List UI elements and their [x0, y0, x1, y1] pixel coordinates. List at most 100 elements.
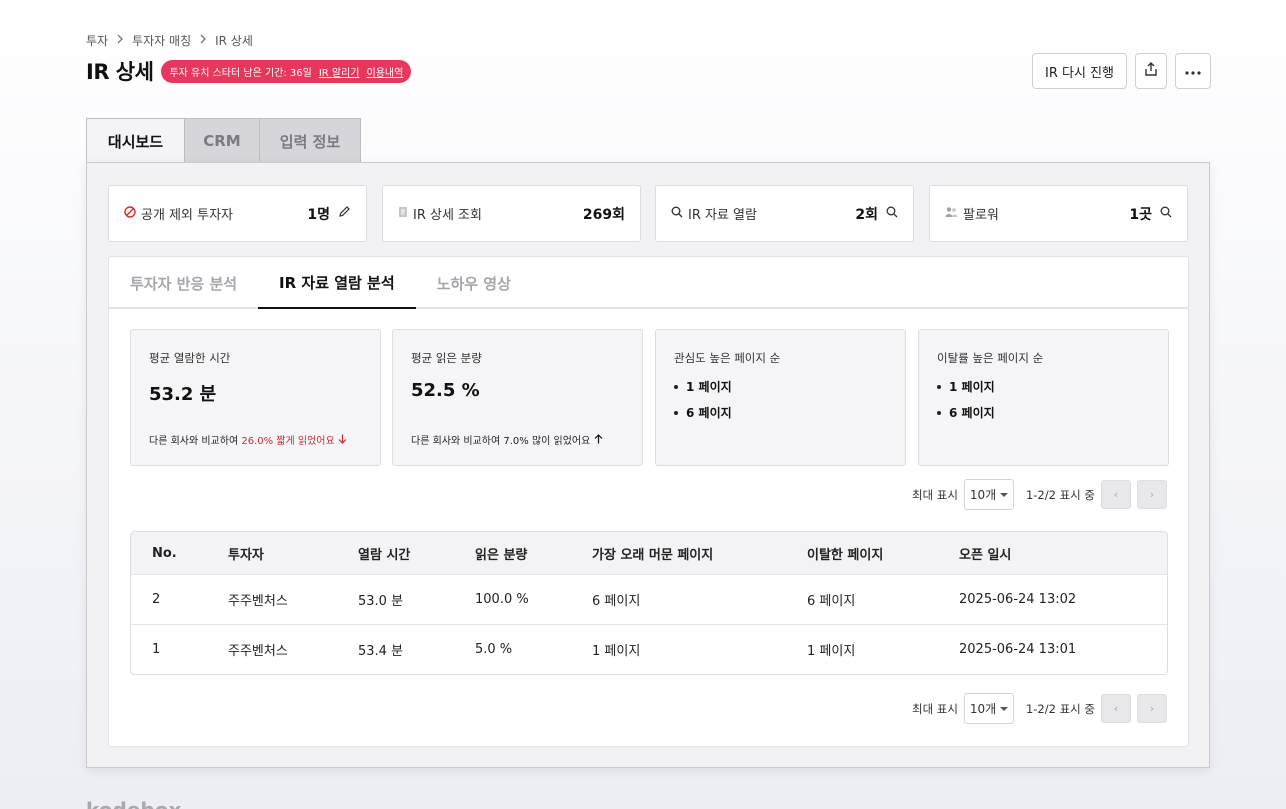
table-cell: 53.4 분	[358, 644, 404, 659]
chevron-right-icon	[199, 33, 207, 47]
column-header[interactable]: No.	[131, 546, 228, 561]
table-cell: 2	[152, 592, 161, 607]
list-item: 6 페이지	[674, 404, 887, 421]
ir-promote-link[interactable]: IR 알리기	[319, 64, 360, 79]
starter-notice-badge: 투자 유치 스타터 남은 기간: 36일 IR 알리기 이용내역	[161, 59, 412, 83]
column-header[interactable]: 투자자	[228, 544, 358, 563]
stat-label: IR 자료 열람	[688, 208, 757, 223]
page-title: IR 상세	[86, 60, 154, 84]
search-icon[interactable]	[886, 206, 898, 222]
range-label: 1-2/2 표시 중	[1025, 701, 1095, 716]
table-cell: 1 페이지	[807, 644, 856, 659]
chevron-left-icon: ‹	[1113, 702, 1119, 715]
tab-ir-view-analysis[interactable]: IR 자료 열람 분석	[258, 257, 416, 309]
stat-value: 1명	[307, 206, 330, 223]
list-item: 1 페이지	[937, 378, 1150, 395]
stat-card-followers: 팔로워 1곳	[929, 185, 1188, 242]
share-button[interactable]	[1135, 53, 1167, 89]
title-row: IR 상세 투자 유치 스타터 남은 기간: 36일 IR 알리기 이용내역	[86, 58, 412, 84]
metric-card-avg-time: 평균 열람한 시간 53.2 분 다른 회사와 비교하여 26.0% 짧게 읽었…	[130, 329, 381, 466]
analysis-subtabs: 투자자 반응 분석 IR 자료 열람 분석 노하우 영상	[109, 257, 1188, 309]
pagination-bottom: 최대 표시 10개 1-2/2 표시 중 ‹ ›	[912, 693, 1167, 724]
metric-card-avg-amount: 평균 읽은 분량 52.5 % 다른 회사와 비교하여 7.0% 많이 읽었어요	[392, 329, 643, 466]
comparison-prefix: 다른 회사와 비교하여	[411, 436, 501, 447]
metric-label: 관심도 높은 페이지 순	[674, 351, 781, 365]
usage-history-link[interactable]: 이용내역	[367, 64, 404, 79]
per-page-select[interactable]: 10개	[963, 479, 1014, 510]
table-cell: 1	[152, 642, 161, 657]
table-row[interactable]: 1 주주벤처스 53.4 분 5.0 % 1 페이지 1 페이지 2025-06…	[131, 624, 1167, 674]
column-header[interactable]: 이탈한 페이지	[807, 544, 959, 563]
stat-value: 1곳	[1129, 206, 1152, 223]
prev-page-button[interactable]: ‹	[1101, 480, 1131, 509]
table-cell: 100.0 %	[475, 592, 529, 607]
ir-retry-button[interactable]: IR 다시 진행	[1032, 53, 1127, 89]
tab-investor-reaction[interactable]: 투자자 반응 분석	[109, 257, 258, 309]
comparison-prefix: 다른 회사와 비교하여	[149, 436, 239, 447]
range-label: 1-2/2 표시 중	[1025, 487, 1095, 502]
view-log-table: No. 투자자 열람 시간 읽은 분량 가장 오래 머문 페이지 이탈한 페이지…	[130, 531, 1168, 675]
footer-logo: kodebox	[86, 798, 181, 809]
more-icon	[1185, 64, 1201, 79]
table-cell: 1 페이지	[592, 644, 641, 659]
breadcrumb: 투자 투자자 매칭 IR 상세	[86, 32, 253, 48]
notice-text: 투자 유치 스타터 남은 기간: 36일	[169, 67, 312, 79]
tab-knowhow-video[interactable]: 노하우 영상	[416, 257, 532, 309]
next-page-button[interactable]: ›	[1137, 694, 1167, 723]
metric-value: 52.5 %	[411, 380, 480, 401]
users-icon	[945, 206, 958, 222]
dashboard-panel: 공개 제외 투자자 1명 IR 상세 조회 269회 IR 자료 열람 2회 팔…	[86, 162, 1210, 768]
chevron-right-icon	[116, 33, 124, 47]
table-cell: 2025-06-24 13:01	[959, 642, 1077, 657]
comparison-value: 7.0% 많이 읽었어요	[503, 436, 591, 447]
caret-down-icon	[1000, 706, 1009, 711]
column-header[interactable]: 읽은 분량	[475, 544, 592, 563]
caret-down-icon	[1000, 492, 1009, 497]
list-item: 6 페이지	[937, 404, 1150, 421]
table-header: No. 투자자 열람 시간 읽은 분량 가장 오래 머문 페이지 이탈한 페이지…	[131, 532, 1167, 574]
stat-label: 팔로워	[963, 208, 999, 223]
tab-input-info[interactable]: 입력 정보	[259, 118, 361, 163]
arrow-up-icon	[594, 434, 603, 447]
more-button[interactable]	[1175, 53, 1211, 89]
list-item: 1 페이지	[674, 378, 887, 395]
breadcrumb-item-matching[interactable]: 투자자 매칭	[132, 32, 191, 49]
metric-label: 평균 읽은 분량	[411, 351, 482, 365]
metric-label: 평균 열람한 시간	[149, 351, 231, 365]
column-header[interactable]: 가장 오래 머문 페이지	[592, 544, 807, 563]
analysis-card: 투자자 반응 분석 IR 자료 열람 분석 노하우 영상 평균 열람한 시간 5…	[108, 256, 1189, 747]
stat-label: IR 상세 조회	[413, 208, 482, 223]
block-icon	[124, 205, 136, 222]
document-icon	[398, 206, 408, 222]
search-icon[interactable]	[1160, 206, 1172, 222]
tab-crm[interactable]: CRM	[184, 118, 260, 163]
tab-dashboard[interactable]: 대시보드	[86, 118, 185, 163]
share-icon	[1144, 62, 1158, 80]
pencil-icon[interactable]	[338, 205, 351, 222]
header-actions: IR 다시 진행	[1032, 53, 1211, 89]
breadcrumb-item-ir-detail: IR 상세	[215, 33, 253, 48]
per-page-select[interactable]: 10개	[963, 693, 1014, 724]
stat-value: 2회	[855, 206, 878, 223]
column-header[interactable]: 오픈 일시	[959, 544, 1167, 563]
table-cell: 53.0 분	[358, 594, 404, 609]
metric-label: 이탈률 높은 페이지 순	[937, 351, 1044, 365]
stat-card-ir-views: IR 상세 조회 269회	[382, 185, 641, 242]
table-cell: 2025-06-24 13:02	[959, 592, 1077, 607]
stat-label: 공개 제외 투자자	[141, 208, 233, 223]
top-tabs: 대시보드 CRM 입력 정보	[86, 118, 361, 163]
table-row[interactable]: 2 주주벤처스 53.0 분 100.0 % 6 페이지 6 페이지 2025-…	[131, 574, 1167, 624]
stat-value: 269회	[582, 206, 625, 223]
prev-page-button[interactable]: ‹	[1101, 694, 1131, 723]
search-icon	[671, 206, 683, 222]
next-page-button[interactable]: ›	[1137, 480, 1167, 509]
table-cell: 6 페이지	[592, 594, 641, 609]
breadcrumb-item-invest[interactable]: 투자	[86, 32, 108, 49]
max-display-label: 최대 표시	[911, 487, 958, 502]
table-cell: 6 페이지	[807, 594, 856, 609]
metric-card-interest-pages: 관심도 높은 페이지 순 1 페이지 6 페이지	[655, 329, 906, 466]
per-page-value: 10개	[969, 702, 997, 716]
column-header[interactable]: 열람 시간	[358, 544, 475, 563]
chevron-right-icon: ›	[1149, 488, 1155, 501]
metric-comparison: 다른 회사와 비교하여 26.0% 짧게 읽었어요	[149, 432, 347, 447]
